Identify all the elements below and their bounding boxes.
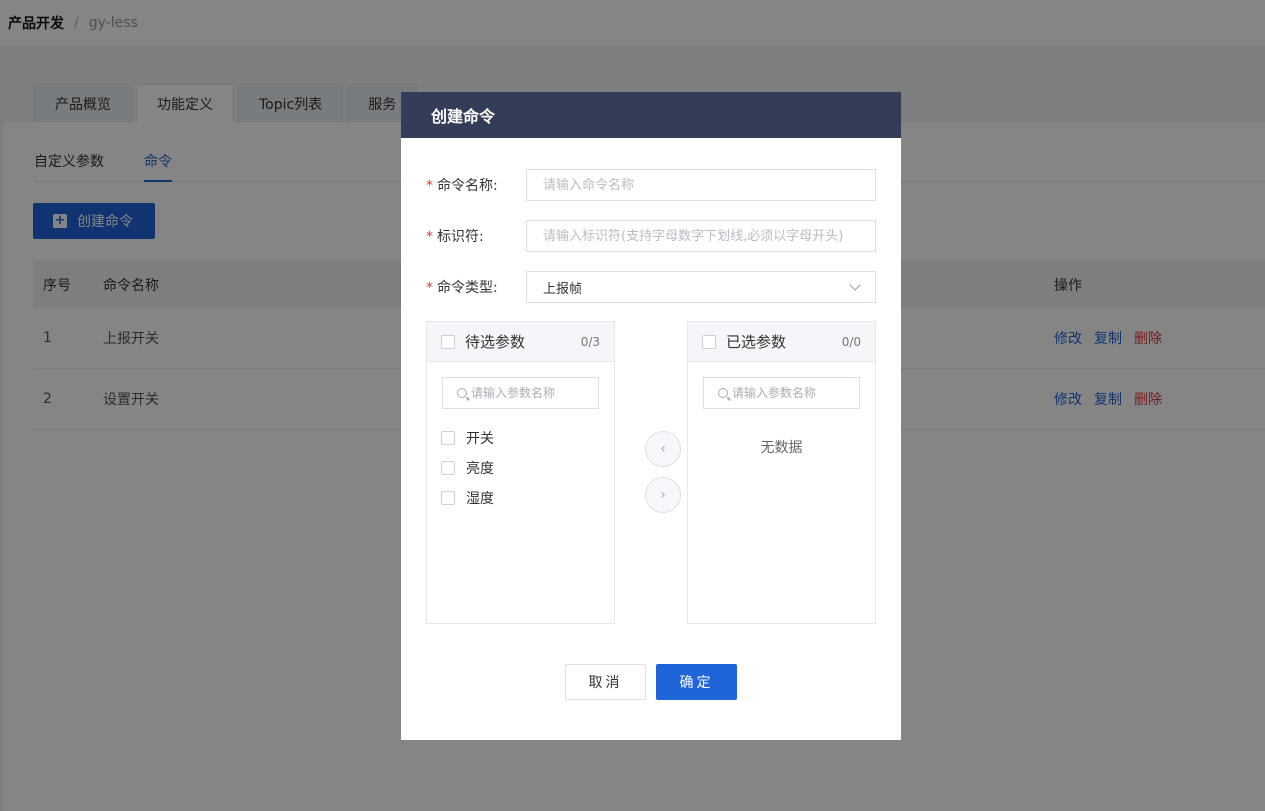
search-icon [457,388,467,398]
required-mark: * [426,280,433,296]
list-item[interactable]: 湿度 [441,483,614,513]
source-search-box[interactable] [442,377,599,409]
target-search-input[interactable] [732,386,852,400]
command-type-row: * 命令类型: 上报帧 [426,271,876,303]
item-checkbox[interactable] [441,431,455,445]
dialog-title: 创建命令 [401,92,901,138]
chevron-down-icon [849,279,861,291]
command-name-input[interactable] [526,169,876,201]
identifier-row: * 标识符: [426,220,876,252]
command-name-label: * 命令名称: [426,178,498,194]
create-command-dialog: 创建命令 *命令名称: *标识符: *命令类型: 上报帧 待选参数 0/3 开关… [401,92,901,740]
source-panel-title: 待选参数 [465,333,526,351]
item-label: 开关 [466,431,494,447]
item-checkbox[interactable] [441,491,455,505]
source-panel-count: 0/3 [580,334,600,349]
source-select-all-checkbox[interactable] [441,334,455,349]
target-select-all-checkbox[interactable] [702,334,716,349]
list-item[interactable]: 开关 [441,423,614,453]
target-panel-header: 已选参数 0/0 [688,322,875,362]
item-checkbox[interactable] [441,461,455,475]
empty-text: 无数据 [760,440,803,456]
transfer-source-panel: 待选参数 0/3 开关 亮度 湿度 [426,321,615,624]
required-mark: * [426,178,433,194]
chevron-right-icon: › [660,487,666,503]
source-list: 开关 亮度 湿度 [427,423,614,513]
item-label: 湿度 [466,491,494,507]
target-panel-count: 0/0 [841,334,861,349]
command-type-label: * 命令类型: [426,280,498,296]
cancel-button[interactable]: 取消 [565,664,646,700]
command-type-select[interactable]: 上报帧 [526,271,876,303]
item-label: 亮度 [466,461,494,477]
source-search-input[interactable] [471,386,591,400]
confirm-button[interactable]: 确定 [656,664,737,700]
required-mark: * [426,229,433,245]
target-search-box[interactable] [703,377,860,409]
move-left-button[interactable]: ‹ [645,431,681,467]
command-type-value: 上报帧 [543,281,583,297]
identifier-label: * 标识符: [426,229,484,245]
chevron-left-icon: ‹ [660,441,666,457]
transfer-target-panel: 已选参数 0/0 无数据 [687,321,876,624]
identifier-input[interactable] [526,220,876,252]
target-panel-title: 已选参数 [726,333,787,351]
search-icon [718,388,728,398]
command-name-row: * 命令名称: [426,169,876,201]
move-right-button[interactable]: › [645,477,681,513]
source-panel-header: 待选参数 0/3 [427,322,614,362]
list-item[interactable]: 亮度 [441,453,614,483]
